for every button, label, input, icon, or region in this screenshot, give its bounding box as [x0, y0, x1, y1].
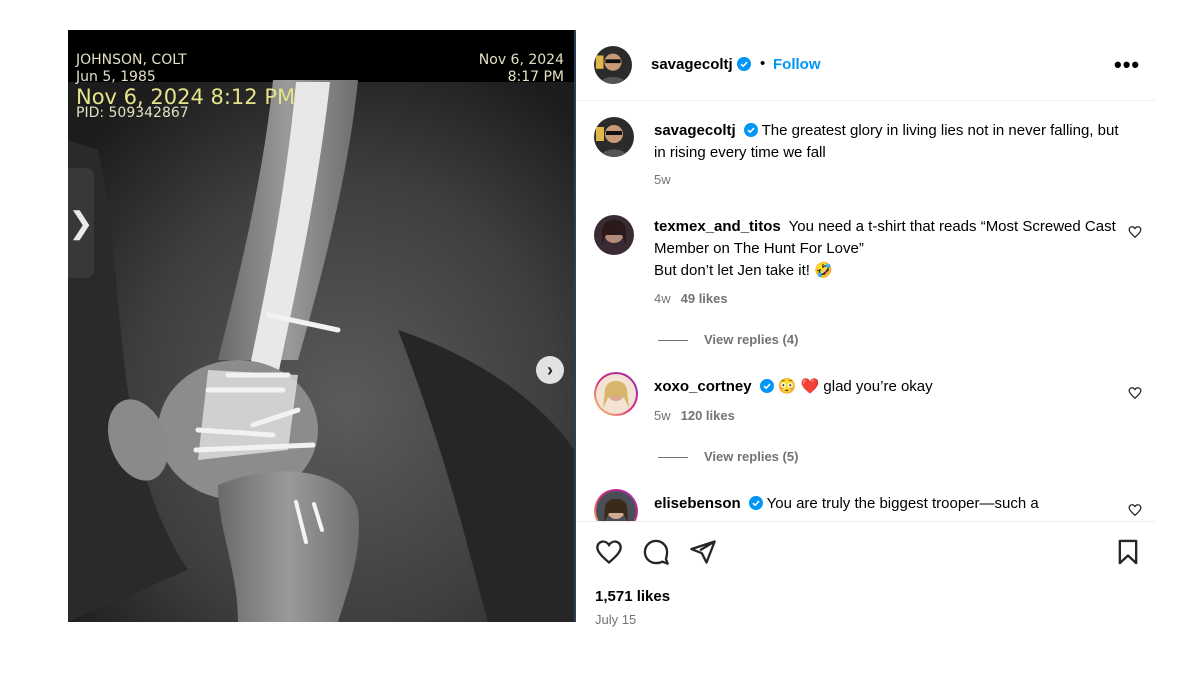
verified-badge-icon	[759, 379, 774, 393]
comments-list[interactable]: savagecoltj The greatest glory in living…	[576, 101, 1156, 521]
chevron-left-icon[interactable]: ❯	[68, 168, 94, 278]
patient-dob: Jun 5, 1985	[76, 69, 156, 85]
likes-count[interactable]: 1,571 likes	[595, 588, 670, 605]
verified-badge-icon	[743, 123, 758, 137]
share-icon[interactable]	[689, 538, 717, 566]
caption-time[interactable]: 5w	[654, 172, 671, 187]
patient-name: JOHNSON, COLT	[76, 52, 187, 68]
comment-likes[interactable]: 120 likes	[681, 408, 735, 423]
comment-text-block: elisebenson You are truly the biggest tr…	[654, 493, 1124, 515]
comment-text: 😳 ❤️ glad you’re okay	[777, 378, 933, 395]
header-username[interactable]: savagecoltj	[651, 56, 733, 73]
verified-badge-icon	[736, 57, 751, 71]
patient-id: PID: 509342867	[76, 105, 189, 121]
post-header: savagecoltj • Follow •••	[576, 30, 1156, 101]
study-time: 8:17 PM	[507, 69, 564, 85]
avatar[interactable]	[594, 46, 632, 84]
like-comment-heart-icon[interactable]	[1128, 503, 1142, 517]
comment-meta: 5w 120 likes	[654, 408, 735, 423]
view-replies-button[interactable]: View replies (5)	[658, 449, 798, 464]
like-comment-heart-icon[interactable]	[1128, 225, 1142, 239]
more-options-icon[interactable]: •••	[1114, 52, 1140, 78]
comment-time[interactable]: 5w	[654, 408, 671, 423]
comment-text-block: texmex_and_titos You need a t-shirt that…	[654, 216, 1124, 282]
comment-meta: 4w 49 likes	[654, 291, 728, 306]
like-comment-heart-icon[interactable]	[1128, 386, 1142, 400]
comment-username[interactable]: texmex_and_titos	[654, 218, 781, 235]
comment-time[interactable]: 4w	[654, 291, 671, 306]
caption-meta: 5w	[654, 172, 671, 187]
comment-icon[interactable]	[642, 538, 670, 566]
verified-badge-icon	[748, 496, 763, 510]
post-actions: 1,571 likes July 15	[576, 521, 1156, 632]
comment-text-block: xoxo_cortney 😳 ❤️ glad you’re okay	[654, 376, 1124, 398]
bookmark-icon[interactable]	[1114, 538, 1142, 566]
header-username-group: savagecoltj	[651, 56, 751, 74]
avatar[interactable]	[594, 489, 638, 521]
view-replies-button[interactable]: View replies (4)	[658, 332, 798, 347]
caption-username[interactable]: savagecoltj	[654, 122, 736, 139]
heart-icon[interactable]	[595, 538, 623, 566]
post-date[interactable]: July 15	[595, 612, 636, 627]
comment-username[interactable]: elisebenson	[654, 495, 741, 512]
comment-likes[interactable]: 49 likes	[681, 291, 728, 306]
post-media[interactable]: JOHNSON, COLT Jun 5, 1985 Nov 6, 2024 8:…	[68, 30, 574, 622]
comment-text-line2: But don’t let Jen take it! 🤣	[654, 262, 833, 279]
study-date: Nov 6, 2024	[478, 52, 564, 68]
post-panel: savagecoltj • Follow ••• savagecoltj The…	[576, 30, 1156, 630]
chevron-right-icon[interactable]: ›	[536, 356, 564, 384]
avatar[interactable]	[594, 215, 634, 255]
avatar[interactable]	[594, 372, 638, 416]
comment-username[interactable]: xoxo_cortney	[654, 378, 752, 395]
follow-button[interactable]: Follow	[773, 56, 821, 73]
comment-text: You are truly the biggest trooper—such a	[766, 495, 1039, 512]
avatar[interactable]	[594, 117, 634, 157]
caption-text-block: savagecoltj The greatest glory in living…	[654, 120, 1124, 164]
separator-dot: •	[760, 55, 766, 72]
